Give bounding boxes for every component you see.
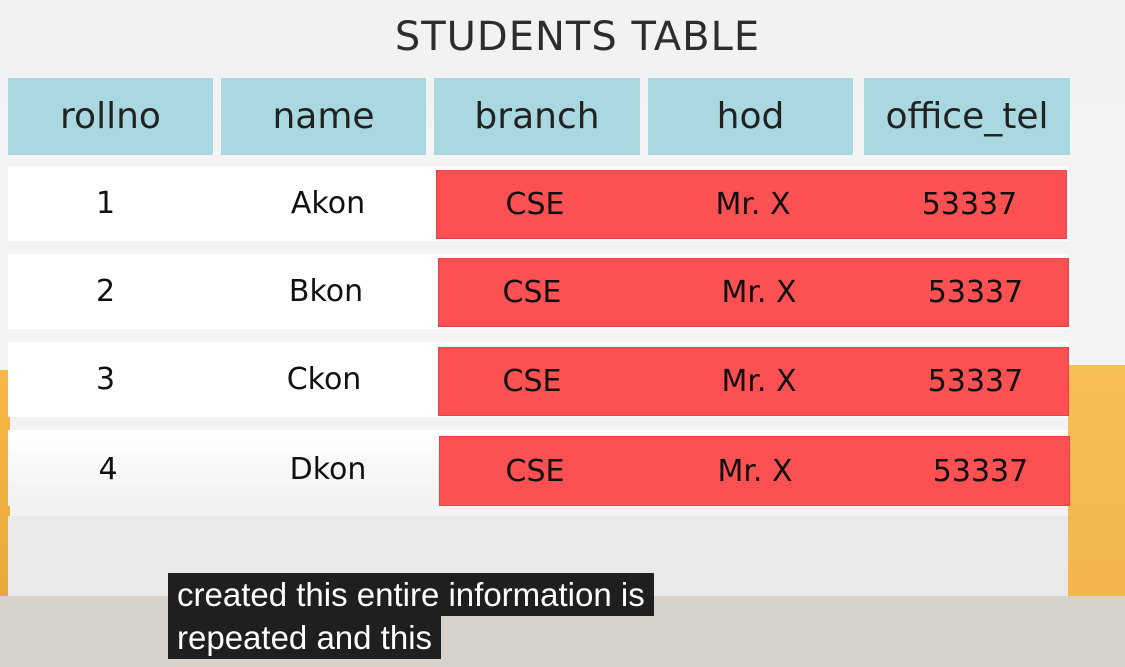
cell-branch: CSE bbox=[502, 275, 562, 310]
header-branch: branch bbox=[434, 78, 640, 155]
redundant-data-highlight: CSE Mr. X 53337 bbox=[438, 258, 1069, 327]
cell-hod: Mr. X bbox=[715, 187, 791, 222]
cell-office-tel: 53337 bbox=[927, 275, 1024, 310]
cell-rollno: 1 bbox=[95, 186, 116, 221]
header-name: name bbox=[221, 78, 426, 155]
cell-rollno: 3 bbox=[95, 362, 116, 397]
cell-name: Bkon bbox=[288, 274, 364, 309]
cell-office-tel: 53337 bbox=[932, 453, 1029, 489]
cell-name: Dkon bbox=[289, 452, 367, 487]
cell-office-tel: 53337 bbox=[921, 187, 1018, 222]
cell-office-tel: 53337 bbox=[927, 364, 1024, 399]
cell-hod: Mr. X bbox=[721, 364, 797, 399]
cell-hod: Mr. X bbox=[721, 275, 797, 310]
caption-line-1: created this entire information is bbox=[168, 573, 654, 616]
header-rollno: rollno bbox=[8, 78, 213, 155]
header-hod: hod bbox=[648, 78, 853, 155]
redundant-data-highlight: CSE Mr. X 53337 bbox=[439, 436, 1070, 506]
cell-name: Akon bbox=[290, 186, 366, 221]
slide-title: STUDENTS TABLE bbox=[394, 14, 761, 60]
cell-branch: CSE bbox=[505, 453, 565, 489]
cell-rollno: 2 bbox=[95, 274, 116, 309]
cell-name: Ckon bbox=[286, 362, 362, 397]
header-office-tel: office_tel bbox=[864, 78, 1070, 155]
redundant-data-highlight: CSE Mr. X 53337 bbox=[436, 170, 1067, 239]
caption-line-2: repeated and this bbox=[168, 616, 442, 659]
cell-hod: Mr. X bbox=[717, 453, 793, 489]
cell-rollno: 4 bbox=[98, 452, 118, 487]
cell-branch: CSE bbox=[502, 364, 562, 399]
cell-branch: CSE bbox=[505, 187, 565, 222]
redundant-data-highlight: CSE Mr. X 53337 bbox=[438, 347, 1069, 416]
